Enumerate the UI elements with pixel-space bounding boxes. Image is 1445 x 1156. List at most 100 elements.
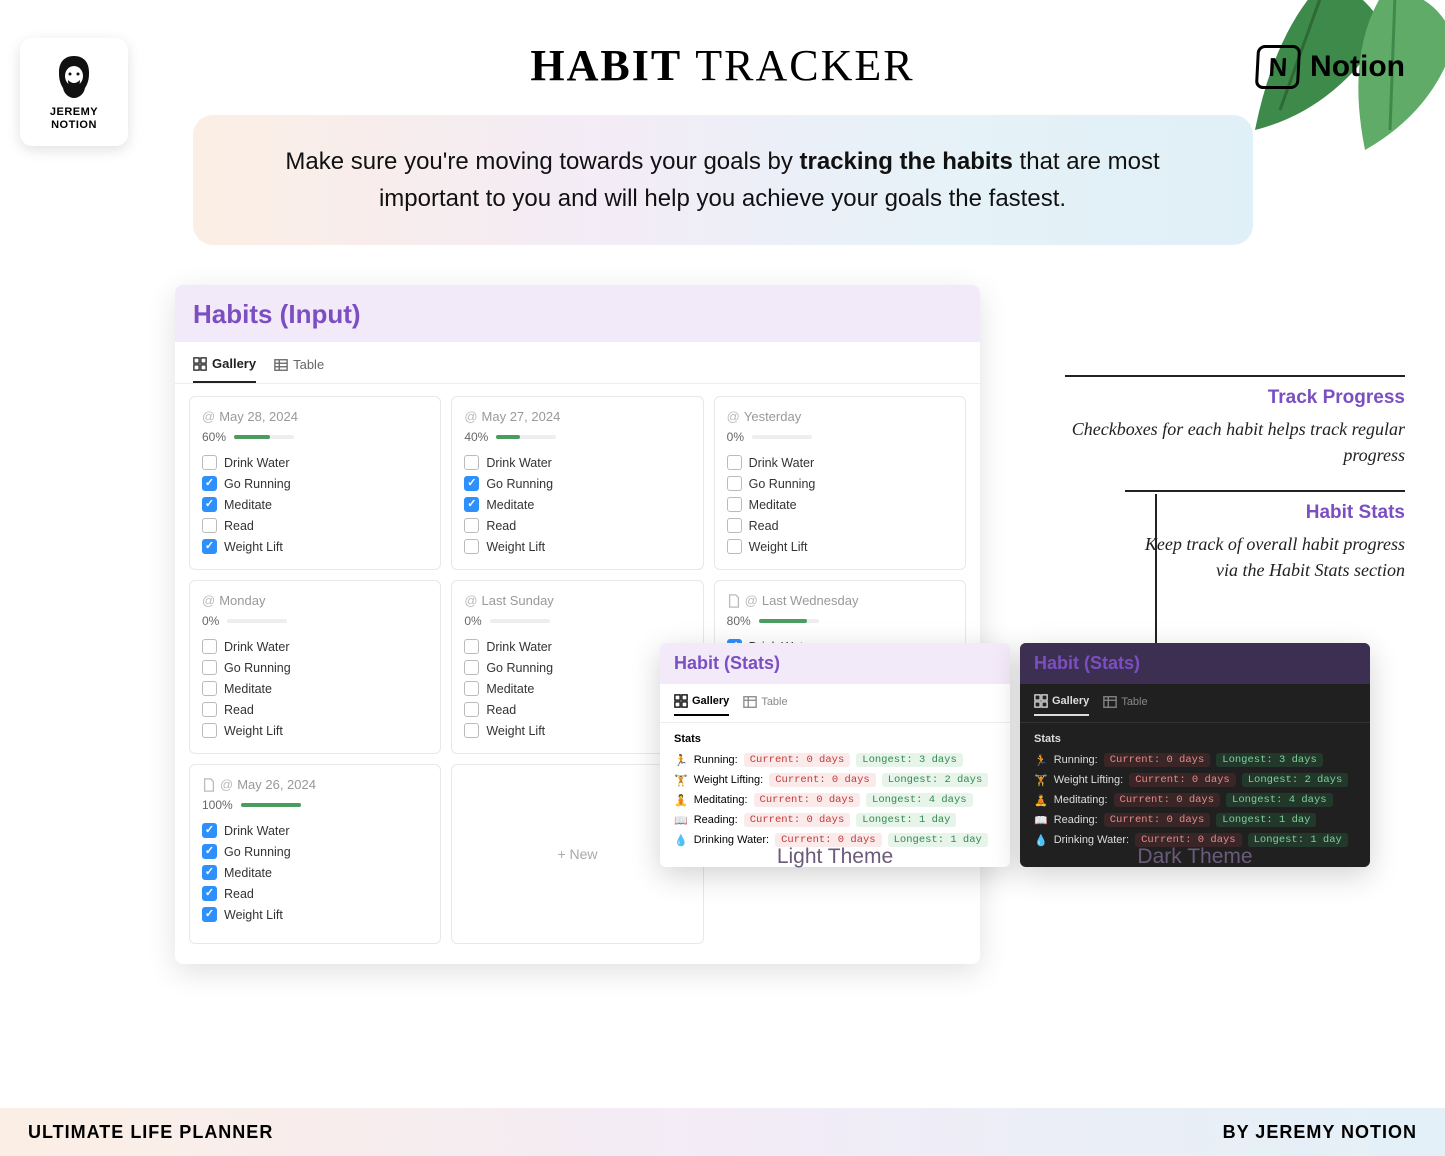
- habits-panel-title: Habits (Input): [175, 285, 980, 342]
- habit-card[interactable]: @May 26, 2024100%Drink WaterGo RunningMe…: [189, 764, 441, 944]
- habit-item[interactable]: Meditate: [464, 678, 690, 699]
- stats-tab-gallery[interactable]: Gallery: [674, 694, 729, 716]
- habit-item[interactable]: Meditate: [202, 494, 428, 515]
- checkbox[interactable]: [464, 681, 479, 696]
- card-date: @Monday: [202, 593, 428, 608]
- habit-item[interactable]: Weight Lift: [202, 720, 428, 741]
- habit-item[interactable]: Weight Lift: [202, 536, 428, 557]
- habit-item[interactable]: Go Running: [727, 473, 953, 494]
- avatar-icon: [49, 52, 99, 102]
- checkbox[interactable]: [464, 639, 479, 654]
- habit-item[interactable]: Read: [464, 515, 690, 536]
- checkbox[interactable]: [202, 823, 217, 838]
- habit-card[interactable]: @Monday 0% Drink WaterGo RunningMeditateRe…: [189, 580, 441, 754]
- header: JEREMY NOTION N Notion HABIT TRACKER Mak…: [0, 0, 1445, 245]
- habit-label: Read: [486, 519, 516, 533]
- checkbox[interactable]: [464, 660, 479, 675]
- checkbox[interactable]: [464, 702, 479, 717]
- checkbox[interactable]: [464, 539, 479, 554]
- stat-row: 🧘Meditating:Current: 0 daysLongest: 4 da…: [1034, 793, 1356, 807]
- stat-emoji: 🧘: [1034, 794, 1048, 807]
- checkbox[interactable]: [727, 518, 742, 533]
- checkbox[interactable]: [202, 702, 217, 717]
- notion-icon: N: [1255, 45, 1301, 89]
- stat-current: Current: 0 days: [754, 793, 861, 807]
- stats-tab-table[interactable]: Table: [1103, 694, 1147, 716]
- stat-name: Reading:: [1054, 814, 1098, 826]
- habit-item[interactable]: Go Running: [202, 841, 428, 862]
- checkbox[interactable]: [202, 639, 217, 654]
- checkbox[interactable]: [202, 907, 217, 922]
- checkbox[interactable]: [727, 497, 742, 512]
- callout-title: Habit Stats: [1125, 502, 1405, 524]
- habit-label: Read: [486, 703, 516, 717]
- checkbox[interactable]: [464, 723, 479, 738]
- stats-tab-gallery[interactable]: Gallery: [1034, 694, 1089, 716]
- habit-label: Meditate: [486, 682, 534, 696]
- checkbox[interactable]: [202, 865, 217, 880]
- checkbox[interactable]: [202, 455, 217, 470]
- checkbox[interactable]: [464, 518, 479, 533]
- stats-tab-label: Gallery: [1052, 695, 1089, 707]
- habit-label: Weight Lift: [224, 908, 283, 922]
- checkbox[interactable]: [202, 476, 217, 491]
- checkbox[interactable]: [202, 844, 217, 859]
- checkbox[interactable]: [202, 886, 217, 901]
- stats-tab-table[interactable]: Table: [743, 694, 787, 716]
- checkbox[interactable]: [202, 723, 217, 738]
- habit-item[interactable]: Go Running: [202, 473, 428, 494]
- habit-item[interactable]: Read: [202, 883, 428, 904]
- checkbox[interactable]: [202, 660, 217, 675]
- checkbox[interactable]: [727, 539, 742, 554]
- checkbox[interactable]: [464, 497, 479, 512]
- habit-item[interactable]: Drink Water: [464, 636, 690, 657]
- habit-item[interactable]: Drink Water: [202, 636, 428, 657]
- checkbox[interactable]: [202, 497, 217, 512]
- habit-item[interactable]: Meditate: [202, 862, 428, 883]
- stat-name: Weight Lifting:: [694, 774, 764, 786]
- checkbox[interactable]: [727, 476, 742, 491]
- gallery-icon: [1034, 694, 1048, 708]
- habit-item[interactable]: Read: [202, 515, 428, 536]
- habit-item[interactable]: Drink Water: [202, 452, 428, 473]
- habit-item[interactable]: Go Running: [464, 657, 690, 678]
- checkbox[interactable]: [464, 476, 479, 491]
- habit-item[interactable]: Weight Lift: [727, 536, 953, 557]
- checkbox[interactable]: [202, 539, 217, 554]
- habit-item[interactable]: Meditate: [464, 494, 690, 515]
- theme-label-light: Light Theme: [660, 845, 1010, 869]
- habit-item[interactable]: Drink Water: [202, 820, 428, 841]
- progress: 0%: [202, 614, 428, 628]
- habit-item[interactable]: Drink Water: [727, 452, 953, 473]
- habit-card[interactable]: @Yesterday0%Drink WaterGo RunningMeditat…: [714, 396, 966, 570]
- page-title: HABIT TRACKER: [0, 40, 1445, 91]
- checkbox[interactable]: [202, 518, 217, 533]
- habit-item[interactable]: Weight Lift: [464, 536, 690, 557]
- tab-gallery[interactable]: Gallery: [193, 356, 256, 383]
- habit-item[interactable]: Drink Water: [464, 452, 690, 473]
- checkbox[interactable]: [464, 455, 479, 470]
- tab-table[interactable]: Table: [274, 356, 324, 383]
- habit-item[interactable]: Read: [202, 699, 428, 720]
- habit-item[interactable]: Meditate: [727, 494, 953, 515]
- stat-longest: Longest: 1 day: [1216, 813, 1316, 827]
- habit-card[interactable]: @May 27, 202440%Drink WaterGo RunningMed…: [451, 396, 703, 570]
- habit-item[interactable]: Weight Lift: [202, 904, 428, 925]
- habit-label: Go Running: [224, 845, 291, 859]
- callout-body: Keep track of overall habit progress via…: [1125, 532, 1405, 582]
- stat-current: Current: 0 days: [1104, 753, 1211, 767]
- stat-current: Current: 0 days: [744, 753, 851, 767]
- habit-item[interactable]: Go Running: [202, 657, 428, 678]
- habit-item[interactable]: Go Running: [464, 473, 690, 494]
- view-tabs: Gallery Table: [175, 342, 980, 384]
- checkbox[interactable]: [727, 455, 742, 470]
- habit-item[interactable]: Meditate: [202, 678, 428, 699]
- habit-card[interactable]: @May 28, 202460%Drink WaterGo RunningMed…: [189, 396, 441, 570]
- stat-emoji: 🏋️: [674, 774, 688, 787]
- habit-item[interactable]: Read: [727, 515, 953, 536]
- habit-item[interactable]: Read: [464, 699, 690, 720]
- stat-current: Current: 0 days: [1114, 793, 1221, 807]
- card-date: @May 28, 2024: [202, 409, 428, 424]
- checkbox[interactable]: [202, 681, 217, 696]
- habit-item[interactable]: Weight Lift: [464, 720, 690, 741]
